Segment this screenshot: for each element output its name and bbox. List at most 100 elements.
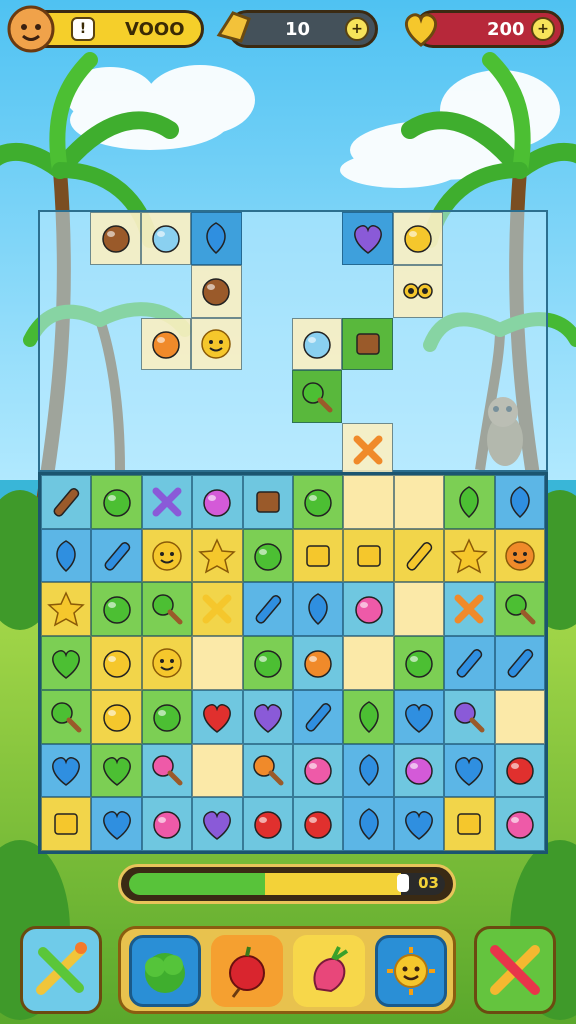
board-tile[interactable] <box>141 475 193 529</box>
board-tile[interactable] <box>494 582 545 637</box>
board-tile[interactable] <box>41 636 92 690</box>
board-tile[interactable] <box>293 528 344 583</box>
board-tile[interactable] <box>91 582 142 637</box>
board-tile[interactable] <box>343 528 394 583</box>
board-tile[interactable] <box>393 689 445 744</box>
board-tile[interactable] <box>242 689 293 744</box>
board-tile[interactable] <box>141 743 193 798</box>
board-tile[interactable] <box>141 636 193 690</box>
board-tile[interactable] <box>192 528 243 583</box>
cork-icon <box>53 487 80 517</box>
board-tile[interactable] <box>444 636 495 690</box>
booster-slot-4[interactable] <box>375 935 447 1007</box>
board-tile[interactable] <box>90 212 141 265</box>
coins-counter[interactable]: ! VOOO <box>7 5 204 53</box>
board-tile[interactable] <box>494 689 545 744</box>
board-tile[interactable] <box>444 797 495 851</box>
board-tile[interactable] <box>444 528 495 583</box>
coins-plus-badge[interactable]: ! <box>71 17 95 41</box>
board-tile[interactable] <box>392 264 444 318</box>
board-tile[interactable] <box>242 475 293 529</box>
board-tile[interactable] <box>141 528 193 583</box>
board-tile[interactable] <box>343 797 394 851</box>
board-tile[interactable] <box>444 743 495 798</box>
board-tile[interactable] <box>140 212 192 265</box>
board-tile[interactable] <box>141 797 193 851</box>
crossed-wands-button[interactable] <box>474 926 556 1014</box>
board-tile[interactable] <box>191 317 242 371</box>
board-tile[interactable] <box>41 689 92 744</box>
board-tile[interactable] <box>293 797 344 851</box>
board-tile[interactable] <box>292 317 343 371</box>
board-tile[interactable] <box>91 689 142 744</box>
board-tile[interactable] <box>343 636 394 690</box>
board-tile[interactable] <box>41 797 92 851</box>
board-tile[interactable] <box>41 475 92 529</box>
board-tile[interactable] <box>293 636 344 690</box>
board-tile[interactable] <box>393 475 445 529</box>
board-tile[interactable] <box>494 797 545 851</box>
board-tile[interactable] <box>192 743 243 798</box>
sun-face-icon <box>201 329 232 359</box>
board-tile[interactable] <box>392 212 444 265</box>
board-tile[interactable] <box>292 370 343 424</box>
board-tile[interactable] <box>293 743 344 798</box>
board-tile[interactable] <box>293 689 344 744</box>
magic-wand-button[interactable] <box>20 926 102 1014</box>
board-tile[interactable] <box>242 797 293 851</box>
board-tile[interactable] <box>343 475 394 529</box>
board-tile[interactable] <box>342 423 393 476</box>
board-tile[interactable] <box>191 264 242 318</box>
board-tile[interactable] <box>494 743 545 798</box>
progress-handle[interactable] <box>397 874 409 892</box>
board-tile[interactable] <box>91 475 142 529</box>
board-tile[interactable] <box>91 797 142 851</box>
board-tile[interactable] <box>343 743 394 798</box>
board-tile[interactable] <box>293 582 344 637</box>
board-tile[interactable] <box>141 689 193 744</box>
board-tile[interactable] <box>242 636 293 690</box>
board-tile[interactable] <box>41 528 92 583</box>
board-tile[interactable] <box>444 689 495 744</box>
board-tile[interactable] <box>140 317 192 371</box>
board-tile[interactable] <box>192 475 243 529</box>
booster-slot-3[interactable] <box>293 935 365 1007</box>
booster-slot-1[interactable] <box>129 935 201 1007</box>
board-tile[interactable] <box>444 475 495 529</box>
board-tile[interactable] <box>393 582 445 637</box>
board-tile[interactable] <box>343 689 394 744</box>
board-tile[interactable] <box>192 689 243 744</box>
board-tile[interactable] <box>242 582 293 637</box>
board-tile[interactable] <box>393 797 445 851</box>
board-tile[interactable] <box>393 636 445 690</box>
board-tile[interactable] <box>191 212 242 265</box>
hearts-plus-button[interactable]: + <box>531 17 555 41</box>
keys-plus-button[interactable]: + <box>345 17 369 41</box>
board-tile[interactable] <box>242 528 293 583</box>
board-tile[interactable] <box>242 743 293 798</box>
booster-slot-2[interactable] <box>211 935 283 1007</box>
avatar[interactable] <box>5 3 57 55</box>
board-tile[interactable] <box>343 582 394 637</box>
board-tile[interactable] <box>444 582 495 637</box>
hearts-counter[interactable]: 200 + <box>404 10 564 48</box>
board-tile[interactable] <box>494 528 545 583</box>
board-tile[interactable] <box>342 317 393 371</box>
board-tile[interactable] <box>91 636 142 690</box>
board-tile[interactable] <box>41 743 92 798</box>
board-tile[interactable] <box>141 582 193 637</box>
board-tile[interactable] <box>91 743 142 798</box>
keys-counter[interactable]: 10 + <box>216 10 378 48</box>
board-tile[interactable] <box>342 212 393 265</box>
board-tile[interactable] <box>192 797 243 851</box>
board-tile[interactable] <box>393 743 445 798</box>
board-tile[interactable] <box>41 582 92 637</box>
cheese-icon <box>54 813 78 835</box>
board-tile[interactable] <box>192 636 243 690</box>
board-tile[interactable] <box>393 528 445 583</box>
board-tile[interactable] <box>91 528 142 583</box>
board-tile[interactable] <box>192 582 243 637</box>
board-tile[interactable] <box>494 636 545 690</box>
board-tile[interactable] <box>494 475 545 529</box>
board-tile[interactable] <box>293 475 344 529</box>
